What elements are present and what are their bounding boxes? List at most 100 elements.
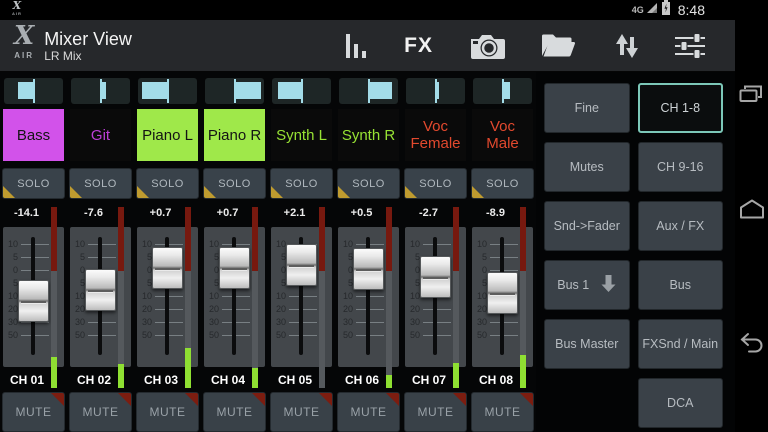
back-icon[interactable] xyxy=(739,332,764,359)
camera-snapshot-icon[interactable] xyxy=(469,33,505,59)
mute-label: MUTE xyxy=(16,405,52,419)
mute-button[interactable]: MUTE xyxy=(2,392,65,432)
channel-name[interactable]: Git xyxy=(70,109,131,161)
mute-button[interactable]: MUTE xyxy=(203,392,266,432)
channel-strip: Bass SOLO -14.1 1050510203050 CH 01 MUTE xyxy=(0,72,67,432)
fx-button[interactable]: FX xyxy=(404,34,433,58)
mute-corner-triangle xyxy=(185,393,198,406)
mute-button[interactable]: MUTE xyxy=(69,392,132,432)
pan-slider[interactable] xyxy=(71,78,130,104)
pan-slider[interactable] xyxy=(4,78,63,104)
fader-cap[interactable] xyxy=(286,244,317,286)
level-meter xyxy=(118,207,124,388)
fader-cap[interactable] xyxy=(85,269,116,311)
home-icon[interactable] xyxy=(739,198,765,224)
solo-button[interactable]: SOLO xyxy=(404,168,467,199)
app-column: X AIR 4G 8:48 X AIR Mixer View xyxy=(0,0,735,432)
fader-cap[interactable] xyxy=(18,280,49,322)
channel-name[interactable]: Bass xyxy=(3,109,64,161)
panel-button[interactable]: Bus xyxy=(638,260,724,310)
sort-arrows-icon[interactable] xyxy=(613,31,639,61)
meter-level xyxy=(185,348,191,388)
fader-cap[interactable] xyxy=(219,247,250,289)
panel-button-label: CH 9-16 xyxy=(657,160,704,174)
level-meter xyxy=(252,207,258,388)
logo-x: X xyxy=(13,2,22,10)
fader-cap[interactable] xyxy=(152,247,183,289)
panel-button[interactable]: CH 1-8 xyxy=(638,83,724,133)
solo-button[interactable]: SOLO xyxy=(203,168,266,199)
channel-strips: Bass SOLO -14.1 1050510203050 CH 01 MUTE… xyxy=(0,72,536,432)
channel-name[interactable]: Piano R xyxy=(204,109,265,161)
channel-name[interactable]: Voc Male xyxy=(472,109,533,161)
pan-slider[interactable] xyxy=(138,78,197,104)
mute-button[interactable]: MUTE xyxy=(337,392,400,432)
settings-sliders-icon[interactable] xyxy=(675,31,705,60)
fader-cap[interactable] xyxy=(487,272,518,314)
pan-center-line xyxy=(502,79,504,103)
pan-slider[interactable] xyxy=(205,78,264,104)
solo-button[interactable]: SOLO xyxy=(136,168,199,199)
channel-strip: Synth L SOLO +2.1 1050510203050 CH 05 MU… xyxy=(268,72,335,432)
solo-button[interactable]: SOLO xyxy=(270,168,333,199)
meter-level xyxy=(51,357,57,388)
solo-button[interactable]: SOLO xyxy=(471,168,534,199)
panel-button[interactable]: Fine xyxy=(544,83,630,133)
channel-name[interactable]: Voc Female xyxy=(405,109,466,161)
channel-strip: Synth R SOLO +0.5 1050510203050 CH 06 MU… xyxy=(335,72,402,432)
panel-button[interactable]: DCA xyxy=(638,378,724,428)
level-meter xyxy=(453,207,459,388)
channel-strip: Voc Female SOLO -2.7 1050510203050 CH 07… xyxy=(402,72,469,432)
solo-button[interactable]: SOLO xyxy=(69,168,132,199)
panel-button[interactable]: Bus Master xyxy=(544,319,630,369)
fader-cap[interactable] xyxy=(353,248,384,290)
panel-button[interactable]: Aux / FX xyxy=(638,201,724,251)
solo-label: SOLO xyxy=(419,178,452,190)
xair-logo: X AIR xyxy=(14,26,34,66)
panel-button-label: Bus 1 xyxy=(557,278,589,292)
pan-slider[interactable] xyxy=(473,78,532,104)
mute-corner-triangle xyxy=(319,393,332,406)
pan-slider[interactable] xyxy=(406,78,465,104)
meters-icon[interactable] xyxy=(346,32,368,60)
channel-name[interactable]: Synth L xyxy=(271,109,332,161)
solo-corner-triangle xyxy=(405,186,417,198)
recents-icon[interactable] xyxy=(739,84,763,109)
pan-slider[interactable] xyxy=(339,78,398,104)
solo-corner-triangle xyxy=(137,186,149,198)
panel-button[interactable]: Mutes xyxy=(544,142,630,192)
mute-button[interactable]: MUTE xyxy=(136,392,199,432)
battery-charging-icon xyxy=(661,0,671,21)
panel-button[interactable]: FXSnd / Main xyxy=(638,319,724,369)
pan-slider[interactable] xyxy=(272,78,331,104)
screen: X AIR 4G 8:48 X AIR Mixer View xyxy=(0,0,768,432)
meter-level xyxy=(252,368,258,388)
meter-body xyxy=(386,271,392,388)
solo-button[interactable]: SOLO xyxy=(337,168,400,199)
pan-center-line xyxy=(368,79,370,103)
panel-button[interactable]: CH 9-16 xyxy=(638,142,724,192)
panel-button-label: Bus Master xyxy=(555,337,618,351)
folder-icon[interactable] xyxy=(541,33,577,58)
panel-button[interactable]: Bus 1 xyxy=(544,260,630,310)
clock: 8:48 xyxy=(678,2,705,18)
header-titles: Mixer View LR Mix xyxy=(44,29,132,63)
channel-name[interactable]: Synth R xyxy=(338,109,399,161)
pan-bar xyxy=(278,82,301,99)
meter-clip-zone xyxy=(118,207,124,271)
mute-corner-triangle xyxy=(51,393,64,406)
mute-button[interactable]: MUTE xyxy=(471,392,534,432)
mute-button[interactable]: MUTE xyxy=(404,392,467,432)
channel-name[interactable]: Piano L xyxy=(137,109,198,161)
fader-cap[interactable] xyxy=(420,256,451,298)
status-indicators: 4G 8:48 xyxy=(632,0,705,21)
mute-label: MUTE xyxy=(284,405,320,419)
meter-clip-zone xyxy=(51,207,57,271)
solo-corner-triangle xyxy=(271,186,283,198)
channel-strip: Voc Male SOLO -8.9 1050510203050 CH 08 M… xyxy=(469,72,536,432)
panel-button[interactable]: Snd->Fader xyxy=(544,201,630,251)
solo-button[interactable]: SOLO xyxy=(2,168,65,199)
mute-corner-triangle xyxy=(386,393,399,406)
mute-button[interactable]: MUTE xyxy=(270,392,333,432)
panel-button-label: Snd->Fader xyxy=(554,219,620,233)
